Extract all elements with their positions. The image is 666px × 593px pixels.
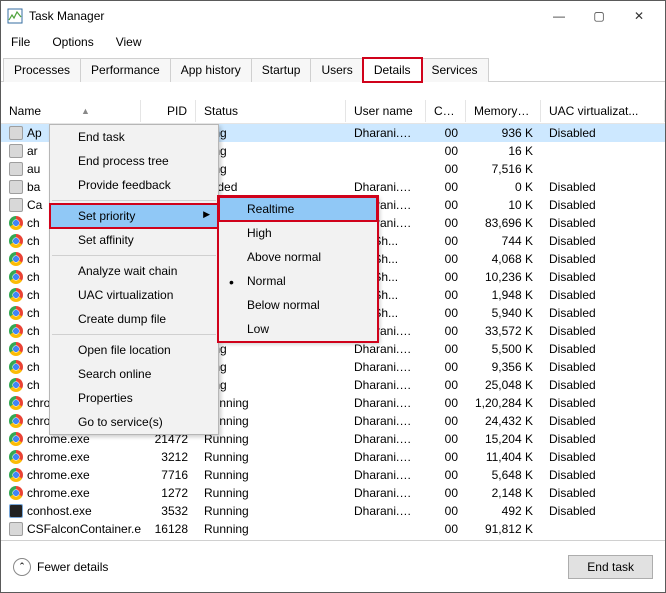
context-menu-item[interactable]: Set affinity bbox=[50, 228, 218, 252]
process-table-body: ApningDharani.Sh...00936 KDisabledarning… bbox=[1, 124, 665, 540]
process-icon bbox=[9, 306, 23, 320]
col-name[interactable]: Name▲ bbox=[1, 100, 141, 122]
task-manager-icon bbox=[7, 8, 23, 24]
col-status[interactable]: Status bbox=[196, 100, 346, 122]
context-menu-item[interactable]: Search online bbox=[50, 362, 218, 386]
process-icon bbox=[9, 162, 23, 176]
process-icon bbox=[9, 234, 23, 248]
menu-view[interactable]: View bbox=[112, 33, 146, 51]
tab-processes[interactable]: Processes bbox=[3, 58, 81, 82]
col-pid[interactable]: PID bbox=[141, 100, 196, 122]
process-icon bbox=[9, 396, 23, 410]
tab-services[interactable]: Services bbox=[421, 58, 489, 82]
column-headers: Name▲ PID Status User name CPU Memory (a… bbox=[1, 98, 665, 124]
title-bar: Task Manager — ▢ ✕ bbox=[1, 1, 665, 31]
context-menu: End taskEnd process treeProvide feedback… bbox=[49, 124, 219, 435]
table-row[interactable]: chrome.exe1272RunningDharani.Sh...002,14… bbox=[1, 484, 665, 502]
sort-ascending-icon: ▲ bbox=[81, 106, 90, 116]
end-task-button[interactable]: End task bbox=[568, 555, 653, 579]
close-button[interactable]: ✕ bbox=[619, 4, 659, 28]
context-menu-item[interactable]: Provide feedback bbox=[50, 173, 218, 197]
process-icon bbox=[9, 216, 23, 230]
context-menu-item[interactable]: Analyze wait chain bbox=[50, 259, 218, 283]
process-icon bbox=[9, 198, 23, 212]
col-uac[interactable]: UAC virtualizat... bbox=[541, 100, 665, 122]
context-menu-item[interactable]: End process tree bbox=[50, 149, 218, 173]
process-icon bbox=[9, 180, 23, 194]
process-icon bbox=[9, 360, 23, 374]
process-icon bbox=[9, 324, 23, 338]
process-icon bbox=[9, 504, 23, 518]
process-icon bbox=[9, 288, 23, 302]
context-menu-item[interactable]: Open file location bbox=[50, 338, 218, 362]
process-icon bbox=[9, 522, 23, 536]
priority-submenu-item[interactable]: Realtime bbox=[219, 197, 377, 221]
tab-details[interactable]: Details bbox=[363, 58, 422, 82]
context-menu-item[interactable]: Set priority▶ bbox=[50, 204, 218, 228]
priority-submenu-item[interactable]: Above normal bbox=[219, 245, 377, 269]
context-menu-item[interactable]: Create dump file bbox=[50, 307, 218, 331]
col-mem[interactable]: Memory (a... bbox=[466, 100, 541, 122]
process-icon bbox=[9, 270, 23, 284]
context-menu-item[interactable]: UAC virtualization bbox=[50, 283, 218, 307]
priority-submenu-item[interactable]: Low bbox=[219, 317, 377, 341]
process-icon bbox=[9, 378, 23, 392]
process-icon bbox=[9, 126, 23, 140]
tab-app-history[interactable]: App history bbox=[170, 58, 252, 82]
priority-submenu-item[interactable]: Below normal bbox=[219, 293, 377, 317]
context-menu-item[interactable]: Go to service(s) bbox=[50, 410, 218, 434]
menu-bar: File Options View bbox=[1, 31, 665, 55]
menu-options[interactable]: Options bbox=[48, 33, 97, 51]
table-row[interactable]: chrome.exe3212RunningDharani.Sh...0011,4… bbox=[1, 448, 665, 466]
process-icon bbox=[9, 252, 23, 266]
window-title: Task Manager bbox=[29, 9, 539, 23]
table-row[interactable]: chrome.exe7716RunningDharani.Sh...005,64… bbox=[1, 466, 665, 484]
process-icon bbox=[9, 486, 23, 500]
process-icon bbox=[9, 468, 23, 482]
col-cpu[interactable]: CPU bbox=[426, 100, 466, 122]
priority-submenu-item[interactable]: High bbox=[219, 221, 377, 245]
context-menu-item[interactable]: End task bbox=[50, 125, 218, 149]
fewer-details-button[interactable]: ⌃ Fewer details bbox=[13, 558, 108, 576]
col-user[interactable]: User name bbox=[346, 100, 426, 122]
tab-startup[interactable]: Startup bbox=[251, 58, 312, 82]
tab-users[interactable]: Users bbox=[310, 58, 363, 82]
tab-performance[interactable]: Performance bbox=[80, 58, 171, 82]
menu-file[interactable]: File bbox=[7, 33, 34, 51]
footer-bar: ⌃ Fewer details End task bbox=[1, 540, 665, 592]
process-icon bbox=[9, 414, 23, 428]
process-icon bbox=[9, 450, 23, 464]
tab-strip: Processes Performance App history Startu… bbox=[1, 57, 665, 82]
maximize-button[interactable]: ▢ bbox=[579, 4, 619, 28]
minimize-button[interactable]: — bbox=[539, 4, 579, 28]
process-icon bbox=[9, 144, 23, 158]
priority-submenu: RealtimeHighAbove normalNormalBelow norm… bbox=[218, 196, 378, 342]
table-row[interactable]: CSFalconContainer.e16128Running0091,812 … bbox=[1, 520, 665, 538]
table-row[interactable]: conhost.exe3532RunningDharani.Sh...00492… bbox=[1, 502, 665, 520]
chevron-up-icon: ⌃ bbox=[13, 558, 31, 576]
process-icon bbox=[9, 342, 23, 356]
priority-submenu-item[interactable]: Normal bbox=[219, 269, 377, 293]
process-icon bbox=[9, 432, 23, 446]
context-menu-item[interactable]: Properties bbox=[50, 386, 218, 410]
